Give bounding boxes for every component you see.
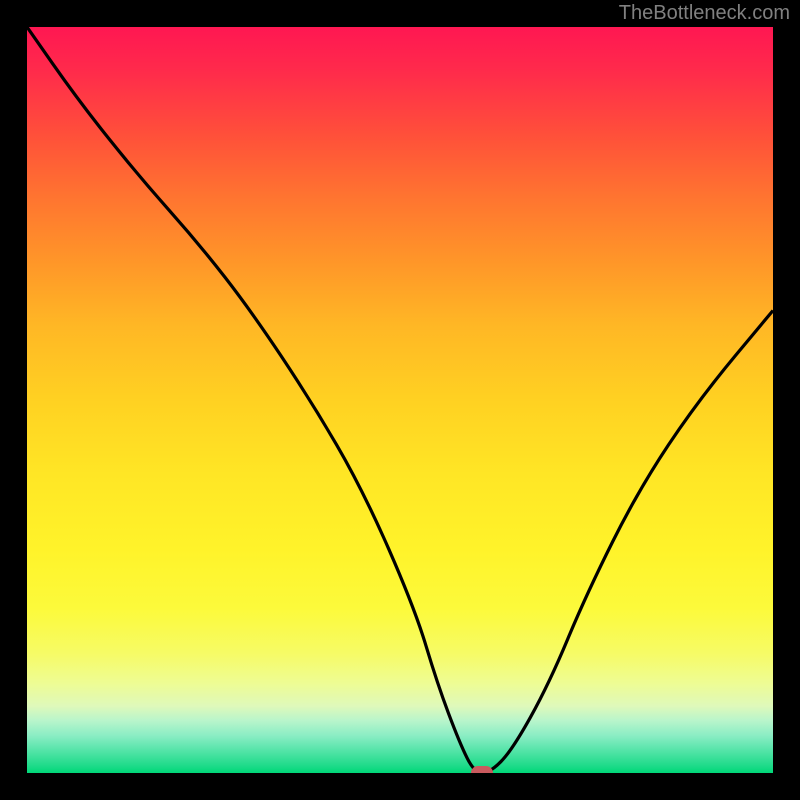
chart-plot-area (27, 27, 773, 773)
watermark-text: TheBottleneck.com (619, 2, 790, 25)
bottleneck-curve-svg (27, 27, 773, 773)
optimal-point-marker (471, 766, 493, 773)
bottleneck-curve-path (27, 27, 773, 773)
